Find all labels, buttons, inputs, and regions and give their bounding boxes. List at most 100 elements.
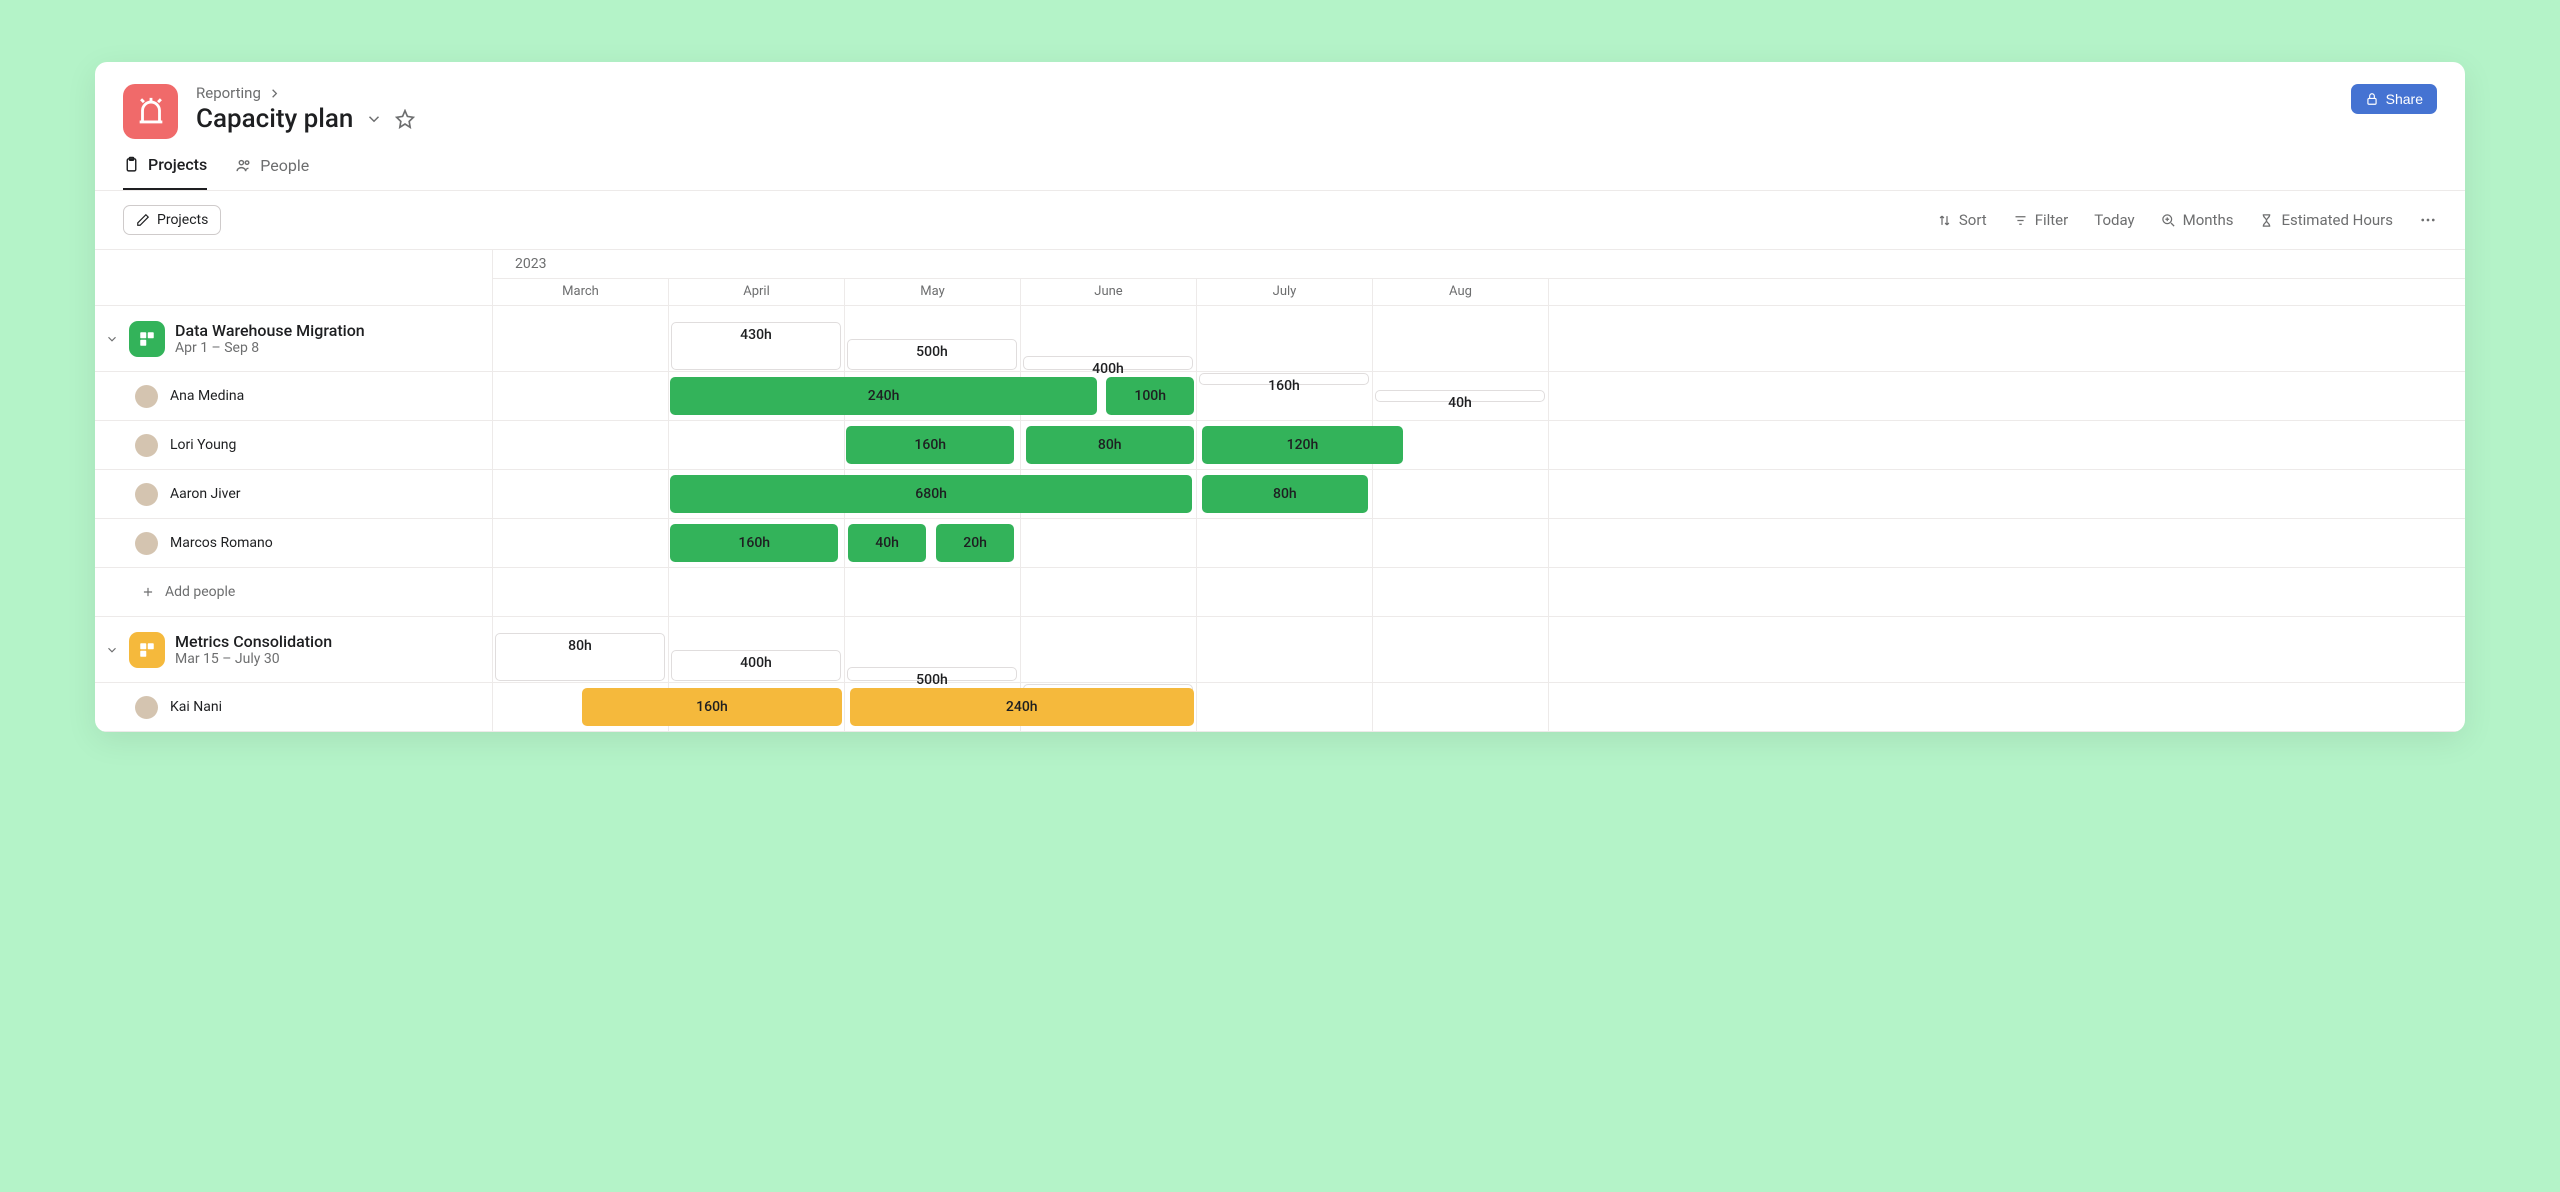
avatar <box>135 483 158 506</box>
breadcrumb-label: Reporting <box>196 84 261 102</box>
timeline-project-row: 80h400h500h240h <box>493 617 2465 683</box>
allocation-bar[interactable]: 120h <box>1202 426 1404 464</box>
allocation-bar[interactable]: 160h <box>846 426 1014 464</box>
timeline[interactable]: 2023 MarchAprilMayJuneJulyAug 430h500h40… <box>493 250 2465 732</box>
person-name: Lori Young <box>170 437 236 453</box>
allocation-bar[interactable]: 240h <box>670 377 1097 415</box>
allocation-bar[interactable]: 40h <box>848 524 927 562</box>
share-label: Share <box>2386 91 2423 107</box>
app-window: Reporting Capacity plan Share <box>95 62 2465 732</box>
allocation-bar[interactable]: 240h <box>850 688 1194 726</box>
sort-icon <box>1937 213 1952 228</box>
header: Reporting Capacity plan Share <box>95 62 2465 139</box>
expand-button[interactable] <box>105 643 119 657</box>
sidebar: Data Warehouse Migration Apr 1 – Sep 8 A… <box>95 250 493 732</box>
sort-label: Sort <box>1959 211 1987 229</box>
lock-icon <box>2365 92 2379 106</box>
content: Data Warehouse Migration Apr 1 – Sep 8 A… <box>95 249 2465 732</box>
people-icon <box>235 157 252 174</box>
month-header: May <box>845 279 1021 305</box>
avatar <box>135 434 158 457</box>
month-header: Aug <box>1373 279 1549 305</box>
allocation-bar[interactable]: 100h <box>1106 377 1194 415</box>
today-label: Today <box>2094 211 2134 229</box>
month-header: July <box>1197 279 1373 305</box>
summary-bar[interactable]: 400h <box>1023 356 1193 370</box>
tab-projects-label: Projects <box>148 155 207 174</box>
summary-bar[interactable]: 430h <box>671 322 841 370</box>
breadcrumb[interactable]: Reporting <box>196 84 415 102</box>
project-row[interactable]: Metrics Consolidation Mar 15 – July 30 <box>95 617 492 683</box>
timeline-person-row: 160h 40h20h <box>493 519 2465 568</box>
add-people-label: Add people <box>165 584 235 600</box>
project-name: Data Warehouse Migration <box>175 321 365 340</box>
project-row[interactable]: Data Warehouse Migration Apr 1 – Sep 8 <box>95 306 492 372</box>
zoom-icon <box>2161 213 2176 228</box>
timeline-person-row: 680h 80h <box>493 470 2465 519</box>
timeline-person-row: 240h100h <box>493 372 2465 421</box>
page-title: Capacity plan <box>196 104 353 134</box>
month-header: April <box>669 279 845 305</box>
month-header: June <box>1021 279 1197 305</box>
chevron-down-icon <box>105 643 119 657</box>
toolbar: Projects Sort Filter Today Months Estima… <box>95 191 2465 249</box>
person-row[interactable]: Aaron Jiver <box>95 470 492 519</box>
person-row[interactable]: Lori Young <box>95 421 492 470</box>
more-icon <box>2419 211 2437 229</box>
summary-bar[interactable]: 500h <box>847 339 1017 370</box>
person-name: Kai Nani <box>170 699 222 715</box>
avatar <box>135 696 158 719</box>
title-menu-button[interactable] <box>365 110 383 128</box>
filter-icon <box>2013 213 2028 228</box>
project-name: Metrics Consolidation <box>175 632 332 651</box>
chevron-right-icon <box>267 86 282 101</box>
project-dates: Apr 1 – Sep 8 <box>175 340 365 356</box>
tab-projects[interactable]: Projects <box>123 155 207 190</box>
summary-bar[interactable]: 500h <box>847 667 1017 681</box>
clipboard-icon <box>123 156 140 173</box>
zoom-label: Months <box>2183 211 2234 229</box>
allocation-bar[interactable]: 80h <box>1026 426 1194 464</box>
person-name: Aaron Jiver <box>170 486 241 502</box>
estimated-hours-button[interactable]: Estimated Hours <box>2259 211 2393 229</box>
person-row[interactable]: Marcos Romano <box>95 519 492 568</box>
allocation-bar[interactable]: 20h <box>936 524 1015 562</box>
filter-label: Filter <box>2035 211 2069 229</box>
allocation-bar[interactable]: 160h <box>670 524 838 562</box>
today-button[interactable]: Today <box>2094 211 2134 229</box>
projects-chip[interactable]: Projects <box>123 205 221 235</box>
projects-chip-label: Projects <box>157 212 208 228</box>
tabs: Projects People <box>95 139 2465 191</box>
filter-button[interactable]: Filter <box>2013 211 2069 229</box>
pencil-icon <box>136 213 150 227</box>
portfolio-icon <box>123 84 178 139</box>
allocation-bar[interactable]: 680h <box>670 475 1192 513</box>
timeline-person-row: 160h 80h120h <box>493 421 2465 470</box>
hourglass-icon <box>2259 213 2274 228</box>
favorite-button[interactable] <box>395 109 415 129</box>
project-icon <box>129 632 165 668</box>
chevron-down-icon <box>105 332 119 346</box>
plus-icon <box>141 585 155 599</box>
timeline-months: MarchAprilMayJuneJulyAug <box>493 278 2465 306</box>
project-dates: Mar 15 – July 30 <box>175 651 332 667</box>
add-people-button[interactable]: Add people <box>95 568 492 617</box>
share-button[interactable]: Share <box>2351 84 2437 114</box>
project-icon <box>129 321 165 357</box>
star-icon <box>395 109 415 129</box>
more-button[interactable] <box>2419 211 2437 229</box>
person-row[interactable]: Ana Medina <box>95 372 492 421</box>
summary-bar[interactable]: 400h <box>671 650 841 681</box>
person-row[interactable]: Kai Nani <box>95 683 492 732</box>
sort-button[interactable]: Sort <box>1937 211 1987 229</box>
estimated-label: Estimated Hours <box>2281 211 2393 229</box>
tab-people[interactable]: People <box>235 155 309 190</box>
timeline-empty-row <box>493 568 2465 617</box>
avatar <box>135 385 158 408</box>
summary-bar[interactable]: 80h <box>495 633 665 681</box>
allocation-bar[interactable]: 80h <box>1202 475 1369 513</box>
expand-button[interactable] <box>105 332 119 346</box>
zoom-button[interactable]: Months <box>2161 211 2234 229</box>
person-name: Marcos Romano <box>170 535 273 551</box>
allocation-bar[interactable]: 160h <box>582 688 842 726</box>
